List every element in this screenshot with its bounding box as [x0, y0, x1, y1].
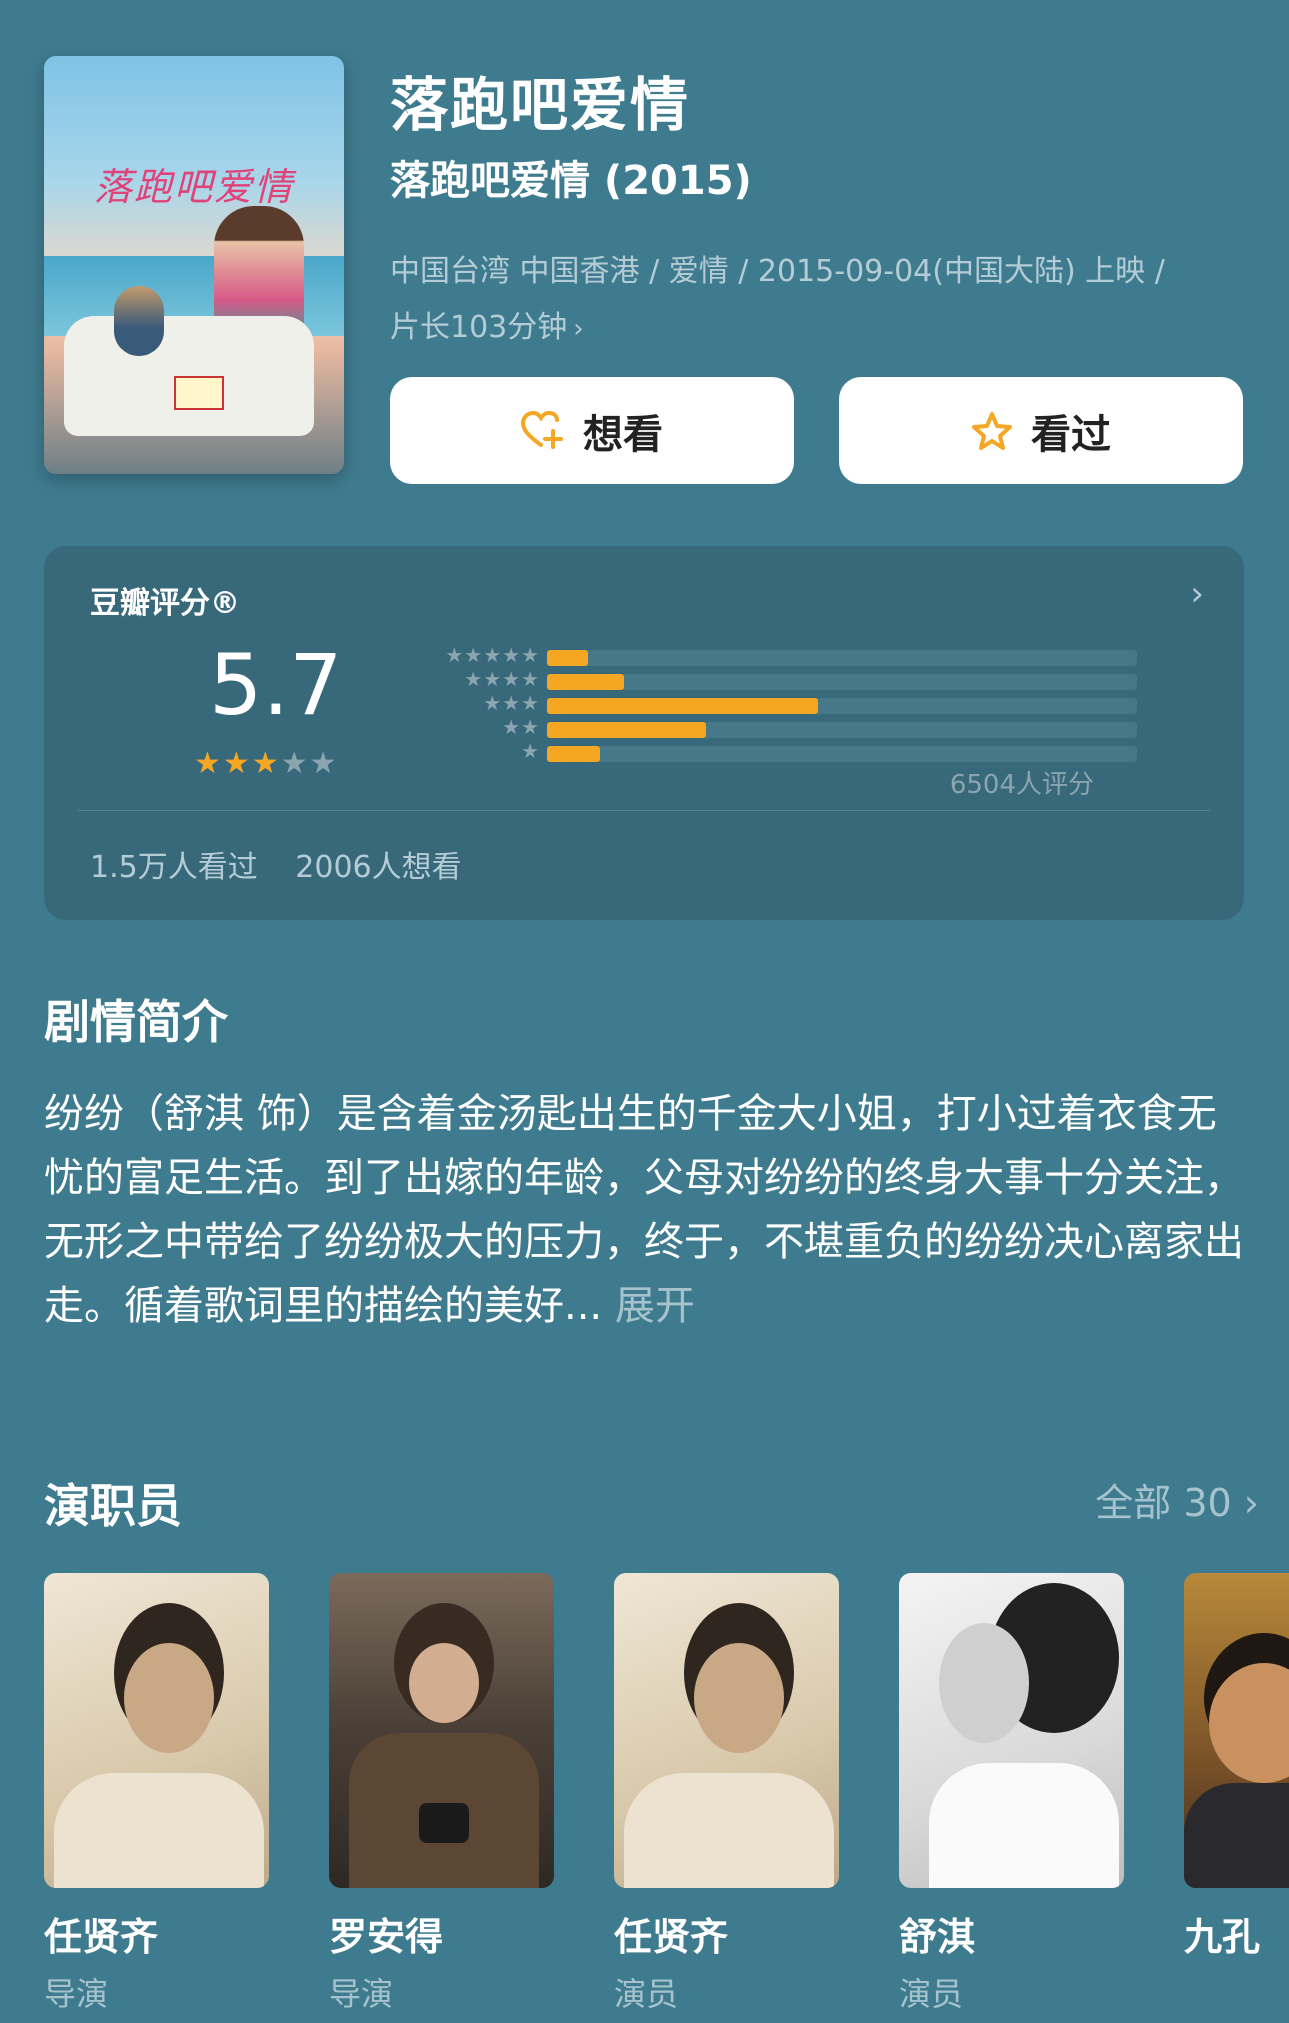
star-outline-icon [972, 411, 1012, 450]
wanted-count: 2006人想看 [295, 850, 462, 885]
rating-bar-row: ★★★ [384, 691, 1144, 718]
rating-footer: 1.5万人看过 2006人想看 [90, 842, 490, 886]
rating-distribution: ★★★★★ ★★★★ ★★★ ★★ ★ [384, 643, 1144, 766]
bar-star-icons: ★★★★ [464, 667, 540, 691]
cast-photo [329, 1573, 554, 1888]
meta-line-2[interactable]: 片长103分钟 › [390, 300, 1250, 357]
cast-name: 舒淇 [899, 1915, 976, 1959]
poster-figure-man [114, 286, 164, 356]
seen-button[interactable]: 看过 [839, 377, 1243, 484]
want-button-label: 想看 [583, 411, 663, 458]
bar-star-icons: ★★ [502, 715, 540, 739]
chevron-right-icon: › [1243, 1481, 1259, 1525]
bar-star-icons: ★★★ [483, 691, 540, 715]
rating-label: 豆瓣评分® [90, 586, 240, 621]
rating-bar-fill [547, 698, 819, 714]
rating-bar-track [547, 674, 1137, 690]
cast-photo [899, 1573, 1124, 1888]
movie-meta[interactable]: 中国台湾 中国香港 / 爱情 / 2015-09-04(中国大陆) 上映 / 片… [390, 244, 1250, 357]
rating-bar-track [547, 698, 1137, 714]
rating-bar-fill [547, 650, 589, 666]
cast-name: 任贤齐 [614, 1915, 729, 1959]
rating-bar-track [547, 650, 1137, 666]
star-icon: ★ [222, 746, 252, 781]
cast-role: 导演 [44, 1975, 109, 2013]
synopsis-heading: 剧情简介 [44, 995, 228, 1049]
watched-count: 1.5万人看过 [90, 850, 258, 885]
cast-role: 演员 [899, 1975, 964, 2013]
rating-divider [78, 810, 1210, 811]
bar-star-icons: ★ [521, 739, 540, 763]
cast-name: 罗安得 [329, 1915, 444, 1959]
cast-card[interactable]: 任贤齐 演员 [614, 1573, 839, 2015]
cast-card[interactable]: 罗安得 导演 [329, 1573, 554, 2015]
star-icon: ★ [280, 746, 310, 781]
rating-bar-track [547, 746, 1137, 762]
rating-bar-row: ★ [384, 739, 1144, 766]
want-button[interactable]: 想看 [390, 377, 794, 484]
chevron-right-icon[interactable]: › [1190, 574, 1204, 614]
cast-see-all-link[interactable]: 全部 30 › [1095, 1472, 1259, 1527]
cast-photo [1184, 1573, 1289, 1888]
vote-count: 6504人评分 [949, 770, 1094, 800]
meta-duration: 片长103分钟 [390, 310, 568, 345]
seen-button-label: 看过 [1031, 411, 1111, 458]
cast-heading: 演职员 [44, 1479, 182, 1533]
cast-card[interactable]: 任贤齐 导演 [44, 1573, 269, 2015]
cast-card[interactable]: 九孔 [1184, 1573, 1289, 1969]
rating-card[interactable]: 豆瓣评分® › 5.7 ★★★★★ ★★★★★ ★★★★ ★★★ ★★ ★ 6504人评… [44, 546, 1244, 920]
cast-role: 导演 [329, 1975, 394, 2013]
cast-name: 九孔 [1184, 1915, 1261, 1959]
cast-photo [614, 1573, 839, 1888]
movie-subtitle: 落跑吧爱情 (2015) [390, 158, 752, 204]
movie-title: 落跑吧爱情 [390, 71, 691, 139]
rating-score: 5.7 [209, 636, 343, 734]
cast-name: 任贤齐 [44, 1915, 159, 1959]
star-icon: ★ [309, 746, 339, 781]
cast-photo [44, 1573, 269, 1888]
cast-role: 演员 [614, 1975, 679, 2013]
meta-line-1: 中国台湾 中国香港 / 爱情 / 2015-09-04(中国大陆) 上映 / [390, 254, 1165, 289]
synopsis-expand-link[interactable]: 展开 [615, 1283, 695, 1329]
rating-bar-fill [547, 722, 707, 738]
rating-bar-row: ★★ [384, 715, 1144, 742]
rating-bar-track [547, 722, 1137, 738]
synopsis-text: 纷纷（舒淇 饰）是含着金汤匙出生的千金大小姐，打小过着衣食无忧的富足生活。到了出… [44, 1082, 1244, 1338]
star-icon: ★ [251, 746, 281, 781]
chevron-right-icon: › [573, 314, 584, 344]
cast-see-all-label: 全部 30 [1095, 1481, 1232, 1525]
rating-stars: ★★★★★ [194, 746, 339, 781]
poster-plate [174, 376, 224, 410]
star-icon: ★ [194, 746, 223, 781]
cast-card[interactable]: 舒淇 演员 [899, 1573, 1124, 2015]
poster-title-art: 落跑吧爱情 [94, 165, 295, 209]
bar-star-icons: ★★★★★ [445, 643, 540, 667]
rating-bar-fill [547, 746, 601, 762]
movie-poster[interactable]: 落跑吧爱情 [44, 56, 344, 474]
heart-plus-icon [521, 410, 563, 449]
rating-bar-fill [547, 674, 624, 690]
